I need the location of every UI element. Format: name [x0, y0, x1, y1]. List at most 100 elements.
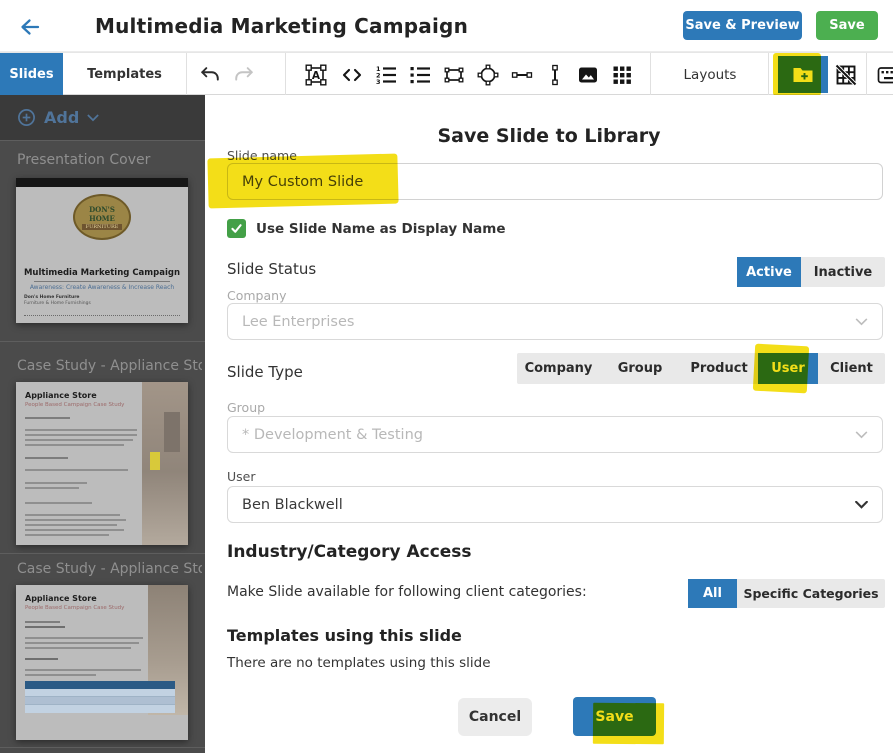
editor-toolbar: Slides Templates A 123 — [0, 52, 893, 95]
toolbar-separator — [285, 53, 286, 96]
divider — [0, 747, 205, 748]
tab-templates[interactable]: Templates — [63, 53, 186, 96]
chevron-down-icon — [855, 318, 868, 326]
add-slide-button[interactable]: Add — [0, 95, 205, 140]
industry-access-heading: Industry/Category Access — [227, 542, 472, 562]
slide-name-label: Slide name — [227, 148, 297, 163]
thumb-rule — [34, 281, 170, 282]
slide-section-title: Case Study - Appliance Store ( — [17, 358, 202, 374]
slide-status-label: Slide Status — [227, 260, 316, 278]
slide-type-option-company[interactable]: Company — [517, 353, 600, 384]
category-option-all[interactable]: All — [688, 579, 737, 608]
save-slide-to-library-button[interactable] — [778, 56, 828, 93]
vertical-line-icon[interactable] — [543, 63, 567, 87]
dons-home-furniture-logo: DON'S HOME FURNITURE — [73, 194, 131, 240]
toolbar-separator — [866, 53, 867, 96]
thumb-heading: Appliance Store — [25, 391, 124, 400]
group-select[interactable]: * Development & Testing — [227, 416, 883, 453]
thumb-subheading: People Based Campaign Case Study — [25, 402, 124, 408]
cancel-button[interactable]: Cancel — [458, 698, 532, 736]
arrow-left-icon — [18, 15, 42, 39]
slides-sidebar: Add Presentation Cover DON'S HOME FURNIT… — [0, 95, 205, 753]
slide-status-toggle: Active Inactive — [737, 257, 885, 287]
save-and-preview-button[interactable]: Save & Preview — [683, 11, 802, 40]
table-remove-icon[interactable] — [834, 63, 858, 87]
logo-text: DON'S — [89, 205, 115, 214]
add-label: Add — [44, 108, 79, 127]
chevron-down-icon — [87, 114, 99, 122]
ellipse-shape-icon[interactable] — [476, 63, 500, 87]
use-slide-name-checkbox[interactable] — [227, 219, 246, 238]
page-title: Multimedia Marketing Campaign — [95, 14, 468, 38]
divider — [0, 140, 205, 141]
horizontal-line-icon[interactable] — [510, 63, 534, 87]
thumb-footer-line: Don's Home Furniture — [24, 295, 79, 300]
check-icon — [230, 222, 243, 235]
layouts-button[interactable]: Layouts — [655, 53, 765, 96]
user-select[interactable]: Ben Blackwell — [227, 486, 883, 523]
grid-dots-icon[interactable] — [610, 63, 634, 87]
slide-type-option-group[interactable]: Group — [600, 353, 680, 384]
thumb-paragraphs — [25, 414, 137, 539]
group-label: Group — [227, 400, 265, 415]
thumb-top-bar — [16, 178, 188, 187]
company-value: Lee Enterprises — [242, 314, 354, 330]
top-header: Multimedia Marketing Campaign Save & Pre… — [0, 0, 893, 52]
ordered-list-icon[interactable]: 123 — [374, 63, 398, 87]
group-value: * Development & Testing — [242, 427, 423, 443]
plus-circle-icon — [17, 108, 36, 127]
status-option-active[interactable]: Active — [737, 257, 801, 287]
user-label: User — [227, 469, 256, 484]
folder-plus-icon — [791, 63, 815, 87]
unordered-list-icon[interactable] — [408, 63, 432, 87]
image-icon[interactable] — [576, 63, 600, 87]
redo-icon[interactable] — [232, 63, 256, 87]
undo-icon[interactable] — [198, 63, 222, 87]
user-value: Ben Blackwell — [242, 497, 343, 513]
slide-type-toggle: Company Group Product User Client — [517, 353, 885, 384]
divider — [0, 341, 205, 342]
slide-name-input[interactable] — [227, 163, 883, 200]
text-box-icon[interactable]: A — [304, 63, 328, 87]
save-slide-to-library-modal: Save Slide to Library Slide name Use Sli… — [205, 95, 893, 753]
category-access-toggle: All Specific Categories — [688, 579, 885, 608]
keyboard-icon[interactable] — [877, 63, 893, 87]
slide-section-title: Case Study - Appliance Store ( — [17, 561, 202, 577]
thumb-subtitle: Awareness: Create Awareness & Increase R… — [16, 284, 188, 291]
slide-thumbnail-case-study-1[interactable]: Appliance Store People Based Campaign Ca… — [16, 382, 188, 545]
company-select[interactable]: Lee Enterprises — [227, 303, 883, 340]
thumb-photo — [142, 382, 188, 545]
company-label: Company — [227, 288, 286, 303]
chevron-down-icon — [855, 431, 868, 439]
code-icon[interactable] — [340, 63, 364, 87]
toolbar-separator — [768, 53, 769, 96]
category-option-specific[interactable]: Specific Categories — [737, 579, 885, 608]
slide-type-label: Slide Type — [227, 363, 303, 381]
back-button[interactable] — [18, 15, 42, 39]
rectangle-shape-icon[interactable] — [442, 63, 466, 87]
tab-slides[interactable]: Slides — [0, 53, 63, 96]
slide-thumbnail-case-study-2[interactable]: Appliance Store People Based Campaign Ca… — [16, 585, 188, 740]
svg-text:A: A — [312, 70, 321, 82]
status-option-inactive[interactable]: Inactive — [801, 257, 885, 287]
thumb-table — [25, 681, 175, 713]
thumb-dotted-rule — [24, 315, 180, 316]
slide-section-title: Presentation Cover — [17, 152, 202, 168]
slide-thumbnail-presentation-cover[interactable]: DON'S HOME FURNITURE Multimedia Marketin… — [16, 178, 188, 323]
thumb-title: Multimedia Marketing Campaign — [16, 268, 188, 278]
modal-title: Save Slide to Library — [205, 125, 893, 147]
chevron-down-icon — [855, 501, 868, 509]
save-button-modal[interactable]: Save — [573, 697, 656, 736]
slide-type-option-client[interactable]: Client — [818, 353, 885, 384]
templates-heading: Templates using this slide — [227, 626, 462, 645]
logo-banner-text: FURNITURE — [82, 224, 123, 230]
app-window: Multimedia Marketing Campaign Save & Pre… — [0, 0, 893, 753]
thumb-footer-line: Furniture & Home Furnishings — [24, 301, 91, 306]
use-slide-name-label: Use Slide Name as Display Name — [256, 221, 506, 237]
slide-type-option-user[interactable]: User — [758, 353, 818, 384]
industry-access-description: Make Slide available for following clien… — [227, 584, 587, 600]
slide-type-option-product[interactable]: Product — [680, 353, 758, 384]
toolbar-separator — [650, 53, 651, 96]
logo-text: HOME — [89, 214, 115, 223]
save-button-top[interactable]: Save — [816, 11, 878, 40]
